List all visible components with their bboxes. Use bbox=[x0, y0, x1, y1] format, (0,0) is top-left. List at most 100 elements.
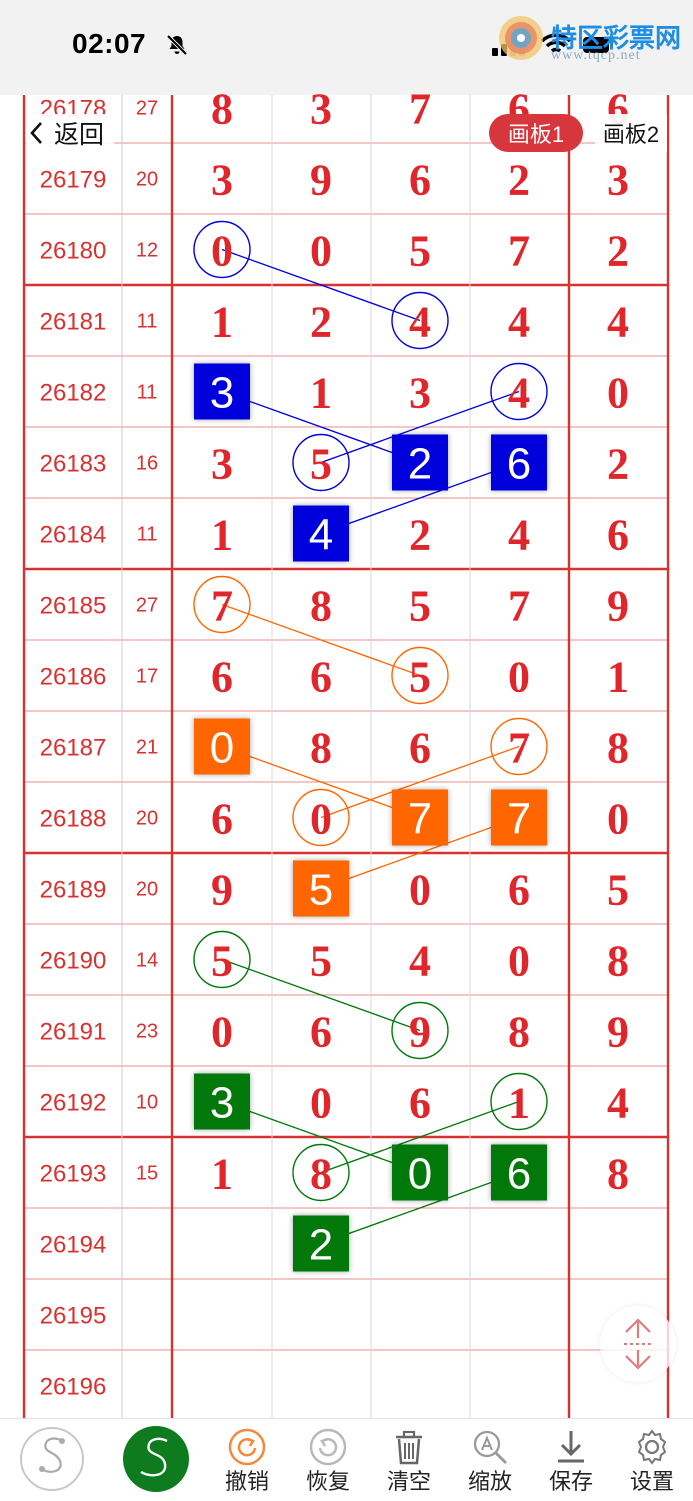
draw-digit: 1 bbox=[607, 653, 629, 702]
draw-digit: 3 bbox=[211, 440, 233, 489]
period-number: 26183 bbox=[40, 451, 107, 478]
draw-digit: 9 bbox=[310, 156, 332, 205]
draw-digit: 6 bbox=[211, 653, 233, 702]
digit-sum: 11 bbox=[137, 524, 158, 546]
period-number: 26181 bbox=[40, 309, 107, 336]
period-number: 26182 bbox=[40, 380, 107, 407]
period-number: 26186 bbox=[40, 664, 107, 691]
tab-board-1[interactable]: 画板1 bbox=[489, 114, 583, 152]
draw-digit: 7 bbox=[508, 724, 530, 773]
curve-tool-button[interactable] bbox=[123, 1426, 189, 1492]
digit-sum: 23 bbox=[136, 1021, 158, 1043]
draw-digit: 0 bbox=[508, 937, 530, 986]
draw-digit: 4 bbox=[508, 298, 530, 347]
draw-digit: 8 bbox=[607, 937, 629, 986]
period-number: 26196 bbox=[40, 1374, 107, 1401]
draw-digit: 4 bbox=[409, 298, 431, 347]
undo-button[interactable]: 撤销 bbox=[207, 1419, 287, 1501]
period-number: 26185 bbox=[40, 593, 107, 620]
scroll-handle[interactable] bbox=[600, 1306, 676, 1382]
draw-digit: 8 bbox=[310, 1150, 332, 1199]
draw-digit: 7 bbox=[508, 582, 530, 631]
undo-label: 撤销 bbox=[224, 1469, 269, 1494]
expand-vertical-icon bbox=[624, 1318, 652, 1370]
draw-digit: 7 bbox=[409, 85, 431, 134]
period-number: 26187 bbox=[40, 735, 107, 762]
freehand-tool-button[interactable] bbox=[20, 1427, 84, 1491]
draw-digit: 4 bbox=[607, 1079, 629, 1128]
gear-icon bbox=[637, 1429, 667, 1465]
period-number: 26192 bbox=[40, 1090, 107, 1117]
draw-digit: 8 bbox=[607, 724, 629, 773]
draw-digit: 8 bbox=[310, 724, 332, 773]
digit-sum: 14 bbox=[136, 950, 158, 972]
draw-digit: 7 bbox=[508, 227, 530, 276]
draw-digit: 9 bbox=[607, 582, 629, 631]
draw-digit: 6 bbox=[310, 1008, 332, 1057]
draw-digit: 2 bbox=[310, 298, 332, 347]
period-number: 26195 bbox=[40, 1303, 107, 1330]
draw-digit: 1 bbox=[508, 1079, 530, 1128]
draw-digit: 5 bbox=[310, 937, 332, 986]
draw-digit: 0 bbox=[508, 653, 530, 702]
highlighted-digit: 3 bbox=[210, 1079, 234, 1128]
period-number: 26190 bbox=[40, 948, 107, 975]
settings-button[interactable]: 设置 bbox=[612, 1419, 692, 1501]
download-icon bbox=[558, 1431, 584, 1463]
digit-sum: 16 bbox=[136, 453, 158, 475]
redo-button[interactable]: 恢复 bbox=[288, 1419, 368, 1501]
draw-digit: 8 bbox=[211, 85, 233, 134]
digit-sum: 12 bbox=[136, 240, 158, 262]
draw-digit: 6 bbox=[508, 866, 530, 915]
period-number: 26179 bbox=[40, 167, 107, 194]
draw-digit: 9 bbox=[607, 1008, 629, 1057]
draw-digit: 3 bbox=[310, 85, 332, 134]
period-number: 26188 bbox=[40, 806, 107, 833]
draw-digit: 2 bbox=[508, 156, 530, 205]
save-button[interactable]: 保存 bbox=[531, 1419, 611, 1501]
draw-digit: 6 bbox=[409, 724, 431, 773]
period-number: 26191 bbox=[40, 1019, 107, 1046]
draw-digit: 5 bbox=[409, 582, 431, 631]
highlighted-digit: 6 bbox=[507, 1150, 531, 1199]
digit-sum: 10 bbox=[136, 1092, 158, 1114]
draw-digit: 8 bbox=[607, 1150, 629, 1199]
zoom-label: 缩放 bbox=[467, 1469, 512, 1494]
undo-icon bbox=[228, 1428, 266, 1466]
highlighted-digit: 3 bbox=[210, 369, 234, 418]
draw-digit: 6 bbox=[211, 795, 233, 844]
draw-digit: 2 bbox=[409, 511, 431, 560]
highlighted-digit: 0 bbox=[210, 724, 234, 773]
draw-digit: 3 bbox=[409, 369, 431, 418]
zoom-button[interactable]: 缩放 bbox=[450, 1419, 530, 1501]
draw-digit: 0 bbox=[607, 795, 629, 844]
highlighted-digit: 5 bbox=[309, 866, 333, 915]
save-label: 保存 bbox=[548, 1469, 593, 1494]
highlighted-digit: 4 bbox=[309, 511, 333, 560]
draw-digit: 0 bbox=[409, 866, 431, 915]
period-number: 26193 bbox=[40, 1161, 107, 1188]
back-button[interactable]: 返回 bbox=[26, 114, 115, 152]
digit-sum: 20 bbox=[136, 169, 158, 191]
draw-digit: 2 bbox=[607, 227, 629, 276]
draw-digit: 3 bbox=[607, 156, 629, 205]
highlighted-digit: 0 bbox=[408, 1150, 432, 1199]
draw-digit: 1 bbox=[211, 511, 233, 560]
draw-digit: 8 bbox=[508, 1008, 530, 1057]
draw-digit: 6 bbox=[409, 1079, 431, 1128]
digit-sum: 11 bbox=[137, 382, 158, 404]
draw-digit: 0 bbox=[607, 369, 629, 418]
clear-button[interactable]: 清空 bbox=[369, 1419, 449, 1501]
draw-digit: 0 bbox=[211, 227, 233, 276]
draw-digit: 0 bbox=[211, 1008, 233, 1057]
draw-digit: 4 bbox=[607, 298, 629, 347]
tab-board-2[interactable]: 画板2 bbox=[595, 114, 667, 152]
digit-sum: 11 bbox=[137, 311, 158, 333]
redo-icon bbox=[309, 1428, 347, 1466]
highlighted-digit: 2 bbox=[408, 440, 432, 489]
digit-sum: 20 bbox=[136, 808, 158, 830]
lottery-trend-board[interactable]: 26178 27 8 3 7 6 626179 20 3 9 6 2 326180 12 0 0 5 7 22618… bbox=[0, 0, 693, 1500]
draw-digit: 1 bbox=[310, 369, 332, 418]
draw-digit: 4 bbox=[508, 511, 530, 560]
bottom-toolbar: 撤销 恢复 清空 缩放 保存 设置 bbox=[0, 1418, 693, 1501]
